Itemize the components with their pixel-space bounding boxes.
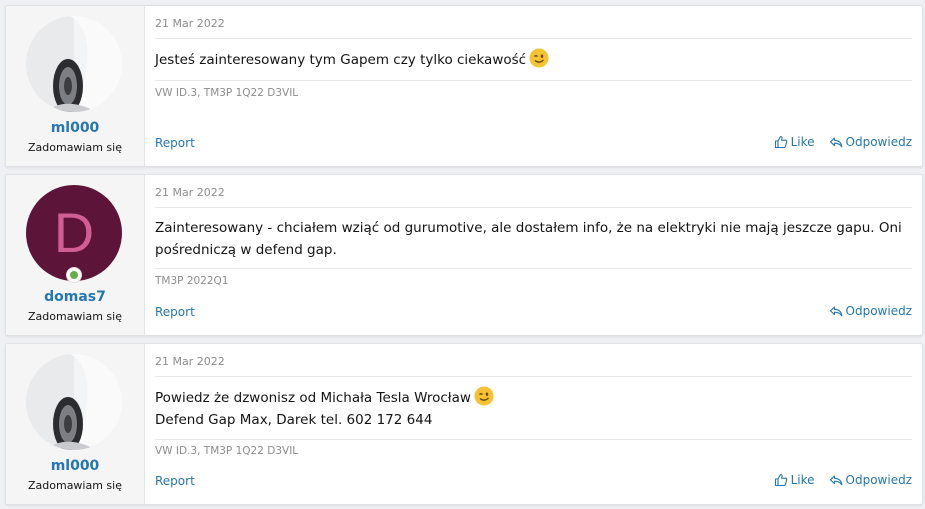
signature: VW ID.3, TM3P 1Q22 D3VIL: [155, 87, 299, 99]
reply-arrow-icon: [829, 137, 842, 148]
avatar[interactable]: [26, 16, 122, 112]
avatar[interactable]: [26, 354, 122, 450]
post-body: Jesteś zainteresowany tym Gapem czy tylk…: [155, 48, 908, 71]
post-actions: Odpowiedz: [829, 304, 912, 318]
post-actions: Like Odpowiedz: [774, 473, 912, 487]
divider: [155, 376, 912, 377]
post-text: Jesteś zainteresowany tym Gapem czy tylk…: [155, 52, 527, 68]
user-title: Zadomawiam się: [27, 310, 122, 323]
thumbs-up-icon: [774, 135, 787, 149]
car-photo-icon: [26, 16, 122, 112]
like-label: Like: [790, 135, 815, 149]
username[interactable]: ml000: [6, 120, 144, 136]
reply-label: Odpowiedz: [845, 304, 912, 318]
post: D domas7 Zadomawiam się 21 Mar 2022 Zain…: [5, 174, 923, 336]
reply-button[interactable]: Odpowiedz: [829, 304, 912, 318]
divider: [155, 207, 912, 208]
reply-arrow-icon: [829, 306, 842, 317]
post-author-panel: ml000 Zadomawiam się: [6, 6, 145, 166]
post-author-panel: D domas7 Zadomawiam się: [6, 175, 145, 335]
reply-button[interactable]: Odpowiedz: [829, 135, 912, 149]
post: ml000 Zadomawiam się 21 Mar 2022 Jesteś …: [5, 5, 923, 167]
post-author-panel: ml000 Zadomawiam się: [6, 344, 145, 504]
username[interactable]: domas7: [6, 289, 144, 305]
report-link[interactable]: Report: [155, 136, 195, 150]
post-text: Zainteresowany - chciałem wziąć od gurum…: [155, 220, 902, 258]
winking-face-icon: [474, 386, 494, 406]
signature: TM3P 2022Q1: [155, 275, 229, 287]
post-actions: Like Odpowiedz: [774, 135, 912, 149]
signature-divider: [155, 268, 912, 269]
post-main: 21 Mar 2022 Zainteresowany - chciałem wz…: [145, 175, 922, 335]
reply-label: Odpowiedz: [845, 135, 912, 149]
user-title: Zadomawiam się: [27, 479, 122, 492]
signature: VW ID.3, TM3P 1Q22 D3VIL: [155, 445, 299, 457]
car-photo-icon: [26, 354, 122, 450]
post-text-line: Powiedz że dzwonisz od Michała Tesla Wro…: [155, 390, 471, 406]
post-main: 21 Mar 2022 Powiedz że dzwonisz od Micha…: [145, 344, 922, 504]
like-label: Like: [790, 473, 815, 487]
post: ml000 Zadomawiam się 21 Mar 2022 Powiedz…: [5, 343, 923, 505]
signature-divider: [155, 80, 912, 81]
report-link[interactable]: Report: [155, 474, 195, 488]
reply-label: Odpowiedz: [845, 473, 912, 487]
post-main: 21 Mar 2022 Jesteś zainteresowany tym Ga…: [145, 6, 922, 166]
report-link[interactable]: Report: [155, 305, 195, 319]
thumbs-up-icon: [774, 473, 787, 487]
post-date[interactable]: 21 Mar 2022: [155, 17, 225, 30]
winking-face-icon: [529, 48, 549, 68]
user-title: Zadomawiam się: [27, 141, 122, 154]
post-text-line: Defend Gap Max, Darek tel. 602 172 644: [155, 412, 433, 428]
username[interactable]: ml000: [6, 458, 144, 474]
reply-arrow-icon: [829, 475, 842, 486]
online-status-icon: [66, 267, 82, 283]
like-button[interactable]: Like: [774, 135, 815, 149]
reply-button[interactable]: Odpowiedz: [829, 473, 912, 487]
post-date[interactable]: 21 Mar 2022: [155, 186, 225, 199]
signature-divider: [155, 439, 912, 440]
divider: [155, 38, 912, 39]
post-date[interactable]: 21 Mar 2022: [155, 355, 225, 368]
like-button[interactable]: Like: [774, 473, 815, 487]
post-body: Powiedz że dzwonisz od Michała Tesla Wro…: [155, 386, 908, 431]
post-body: Zainteresowany - chciałem wziąć od gurum…: [155, 217, 908, 261]
